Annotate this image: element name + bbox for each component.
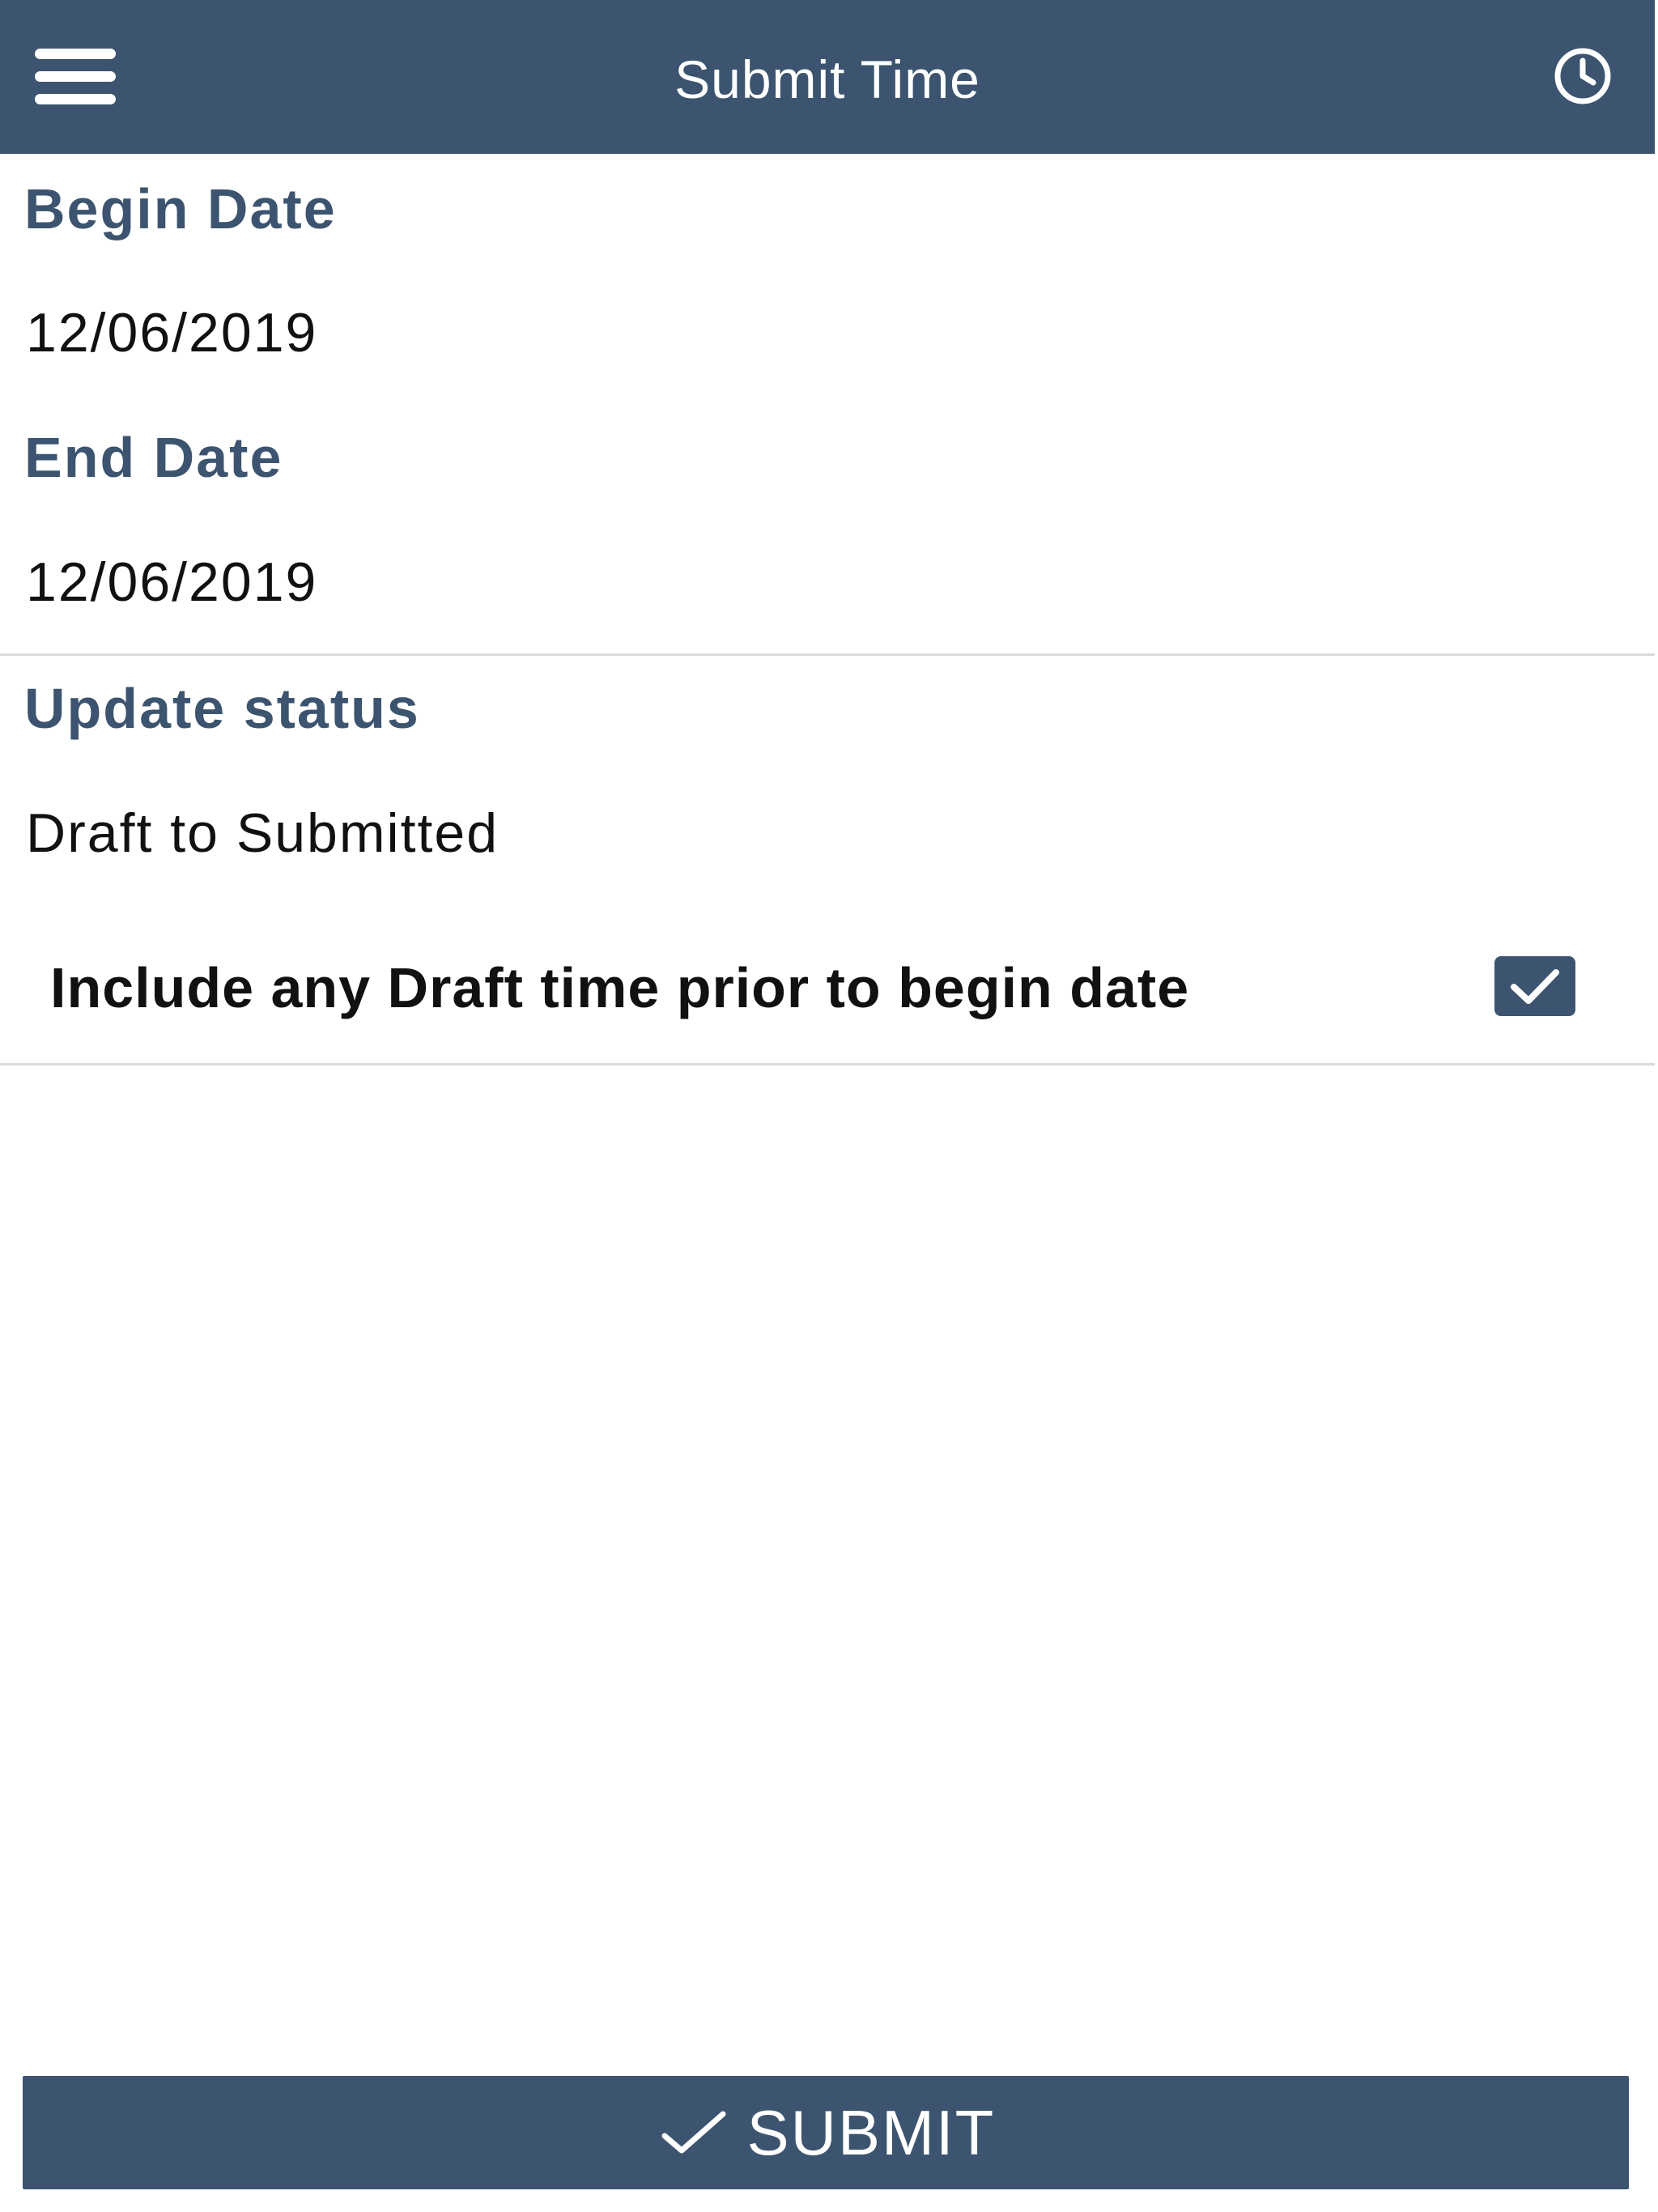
begin-date-value[interactable]: 12/06/2019 bbox=[26, 301, 317, 364]
include-prior-draft-checkbox[interactable] bbox=[1494, 956, 1575, 1016]
app-header: Submit Time bbox=[0, 0, 1655, 154]
section-divider bbox=[0, 653, 1655, 656]
page-title: Submit Time bbox=[674, 49, 980, 109]
include-prior-draft-label: Include any Draft time prior to begin da… bbox=[50, 956, 1190, 1019]
include-prior-draft-row[interactable]: Include any Draft time prior to begin da… bbox=[0, 931, 1655, 1036]
end-date-value[interactable]: 12/06/2019 bbox=[26, 551, 317, 614]
section-divider bbox=[0, 1063, 1655, 1066]
end-date-label: End Date bbox=[24, 426, 283, 489]
check-icon bbox=[661, 2111, 726, 2154]
update-status-label: Update status bbox=[24, 677, 420, 740]
checkmark-icon bbox=[1511, 969, 1559, 1004]
submit-button-label: SUBMIT bbox=[746, 2096, 996, 2168]
clock-icon[interactable] bbox=[1543, 46, 1622, 106]
update-status-value[interactable]: Draft to Submitted bbox=[26, 802, 499, 865]
begin-date-label: Begin Date bbox=[24, 177, 337, 240]
submit-button[interactable]: SUBMIT bbox=[23, 2076, 1629, 2189]
